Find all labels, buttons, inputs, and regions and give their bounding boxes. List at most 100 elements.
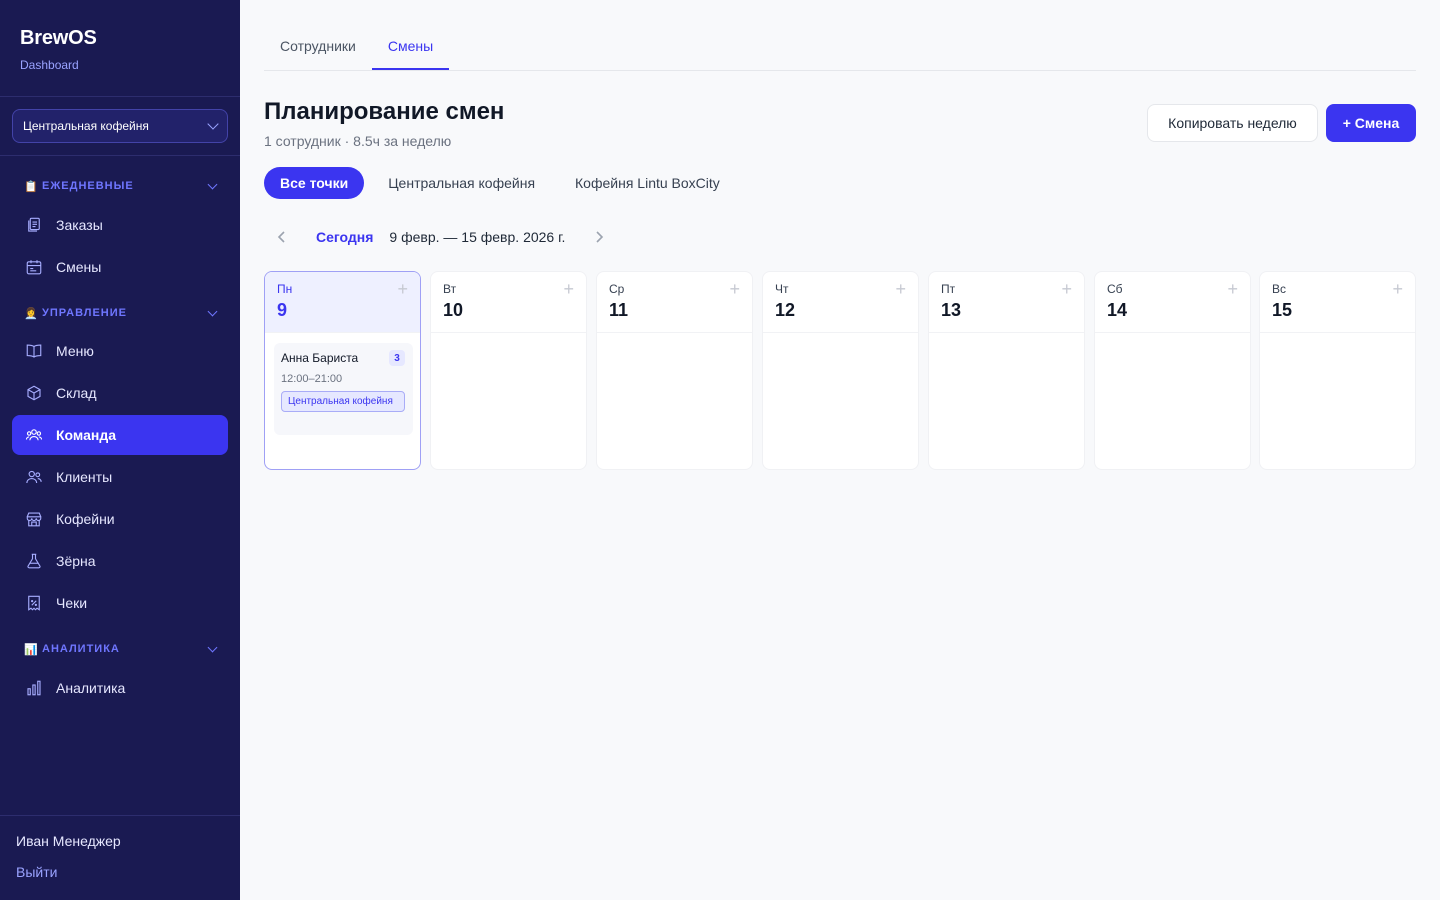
day-of-week: Вс	[1272, 282, 1287, 296]
sidebar-divider	[0, 155, 240, 156]
day-number: 10	[443, 300, 464, 320]
day-column-wed: Ср 11 +	[596, 271, 753, 470]
plus-icon[interactable]: +	[1392, 280, 1403, 298]
add-shift-button[interactable]: + Смена	[1326, 104, 1416, 142]
day-column-sun: Вс 15 +	[1259, 271, 1416, 470]
plus-icon[interactable]: +	[563, 280, 574, 298]
sidebar-item-beans[interactable]: Зёрна	[12, 541, 228, 581]
chevron-down-icon	[207, 179, 218, 190]
sidebar-item-label: Заказы	[56, 217, 103, 233]
prev-week-button[interactable]	[264, 222, 300, 252]
manager-icon: 👩‍💼	[24, 307, 39, 320]
chart-icon: 📊	[24, 643, 39, 656]
day-number: 14	[1107, 300, 1128, 320]
chevron-right-icon	[596, 231, 604, 243]
orders-icon	[24, 215, 44, 235]
section-management-label: УПРАВЛЕНИЕ	[42, 307, 127, 319]
chevron-down-icon	[207, 306, 218, 317]
users-icon	[24, 467, 44, 487]
sidebar-item-coffee-shops[interactable]: Кофейни	[12, 499, 228, 539]
shift-location-tag: Центральная кофейня	[281, 391, 405, 412]
day-header: Пт 13 +	[929, 272, 1084, 333]
calendar-icon	[24, 257, 44, 277]
day-of-week: Пн	[277, 282, 293, 296]
chevron-left-icon	[277, 231, 285, 243]
top-tabs: Сотрудники Смены	[264, 24, 1416, 71]
day-column-sat: Сб 14 +	[1094, 271, 1251, 470]
week-navigation: Сегодня 9 февр. — 15 февр. 2026 г.	[264, 222, 617, 252]
box-icon	[24, 383, 44, 403]
brand-title: BrewOS	[20, 27, 97, 49]
sidebar-item-label: Чеки	[56, 595, 88, 611]
day-header: Вс 15 +	[1260, 272, 1415, 333]
plus-icon[interactable]: +	[1061, 280, 1072, 298]
sidebar-item-warehouse[interactable]: Склад	[12, 373, 228, 413]
clipboard-icon: 📋	[24, 180, 39, 193]
book-icon	[24, 341, 44, 361]
sidebar-item-orders[interactable]: Заказы	[12, 205, 228, 245]
receipt-icon	[24, 593, 44, 613]
week-calendar: Пн 9 + Анна Бариста 3 12:00–21:00 Центра…	[264, 271, 1416, 471]
page-title: Планирование смен	[264, 98, 505, 125]
shift-employee-name: Анна Бариста	[281, 351, 359, 365]
plus-icon[interactable]: +	[895, 280, 906, 298]
section-analytics-label: АНАЛИТИКА	[42, 643, 120, 655]
plus-icon[interactable]: +	[1227, 280, 1238, 298]
day-of-week: Ср	[609, 282, 625, 296]
brand-subtitle: Dashboard	[20, 58, 79, 72]
day-number: 9	[277, 300, 288, 320]
tab-employees[interactable]: Сотрудники	[264, 24, 372, 70]
copy-week-button[interactable]: Копировать неделю	[1147, 104, 1318, 142]
filter-central-coffee[interactable]: Центральная кофейня	[372, 167, 551, 199]
page-subtitle: 1 сотрудник · 8.5ч за неделю	[264, 133, 452, 149]
day-header: Вт 10 +	[431, 272, 586, 333]
shift-count-badge: 3	[389, 350, 405, 366]
day-column-tue: Вт 10 +	[430, 271, 587, 470]
day-number: 15	[1272, 300, 1293, 320]
sidebar-item-label: Клиенты	[56, 469, 113, 485]
plus-icon[interactable]: +	[729, 280, 740, 298]
sidebar-item-team[interactable]: Команда	[12, 415, 228, 455]
sidebar-divider	[0, 815, 240, 816]
filter-lintu-boxcity[interactable]: Кофейня Lintu BoxCity	[559, 167, 736, 199]
sidebar-item-label: Аналитика	[56, 680, 126, 696]
filter-all-locations[interactable]: Все точки	[264, 167, 365, 199]
week-range: 9 февр. — 15 февр. 2026 г.	[389, 229, 566, 245]
shift-card[interactable]: Анна Бариста 3 12:00–21:00 Центральная к…	[274, 343, 413, 435]
sidebar: BrewOS Dashboard Центральная кофейня 📋 Е…	[0, 0, 240, 900]
chevron-down-icon	[207, 642, 218, 653]
day-number: 13	[941, 300, 962, 320]
section-analytics[interactable]: 📊 АНАЛИТИКА	[24, 639, 218, 659]
logout-link[interactable]: Выйти	[16, 864, 57, 880]
section-daily-label: ЕЖЕДНЕВНЫЕ	[42, 180, 134, 192]
day-header: Пн 9 +	[265, 272, 420, 333]
section-management[interactable]: 👩‍💼 УПРАВЛЕНИЕ	[24, 303, 218, 323]
sidebar-item-label: Команда	[56, 427, 116, 443]
team-icon	[24, 425, 44, 445]
tab-shifts[interactable]: Смены	[371, 24, 450, 70]
day-column-fri: Пт 13 +	[928, 271, 1085, 470]
sidebar-item-label: Меню	[56, 343, 94, 359]
day-of-week: Пт	[941, 282, 956, 296]
section-daily[interactable]: 📋 ЕЖЕДНЕВНЫЕ	[24, 176, 218, 196]
sidebar-item-analytics[interactable]: Аналитика	[12, 668, 228, 708]
sidebar-item-label: Склад	[56, 385, 97, 401]
today-button[interactable]: Сегодня	[316, 229, 373, 245]
sidebar-item-label: Кофейни	[56, 511, 115, 527]
sidebar-item-clients[interactable]: Клиенты	[12, 457, 228, 497]
store-select[interactable]: Центральная кофейня	[12, 109, 228, 143]
day-header: Чт 12 +	[763, 272, 918, 333]
chevron-down-icon	[207, 118, 219, 130]
day-header: Сб 14 +	[1095, 272, 1250, 333]
location-filters: Все точки Центральная кофейня Кофейня Li…	[264, 167, 736, 199]
sidebar-item-shifts[interactable]: Смены	[12, 247, 228, 287]
next-week-button[interactable]	[581, 222, 617, 252]
day-number: 11	[609, 300, 629, 320]
day-of-week: Сб	[1107, 282, 1123, 296]
plus-icon[interactable]: +	[397, 280, 408, 298]
sidebar-item-receipts[interactable]: Чеки	[12, 583, 228, 623]
bar-chart-icon	[24, 678, 44, 698]
sidebar-item-label: Зёрна	[56, 553, 96, 569]
sidebar-item-menu[interactable]: Меню	[12, 331, 228, 371]
day-column-thu: Чт 12 +	[762, 271, 919, 470]
